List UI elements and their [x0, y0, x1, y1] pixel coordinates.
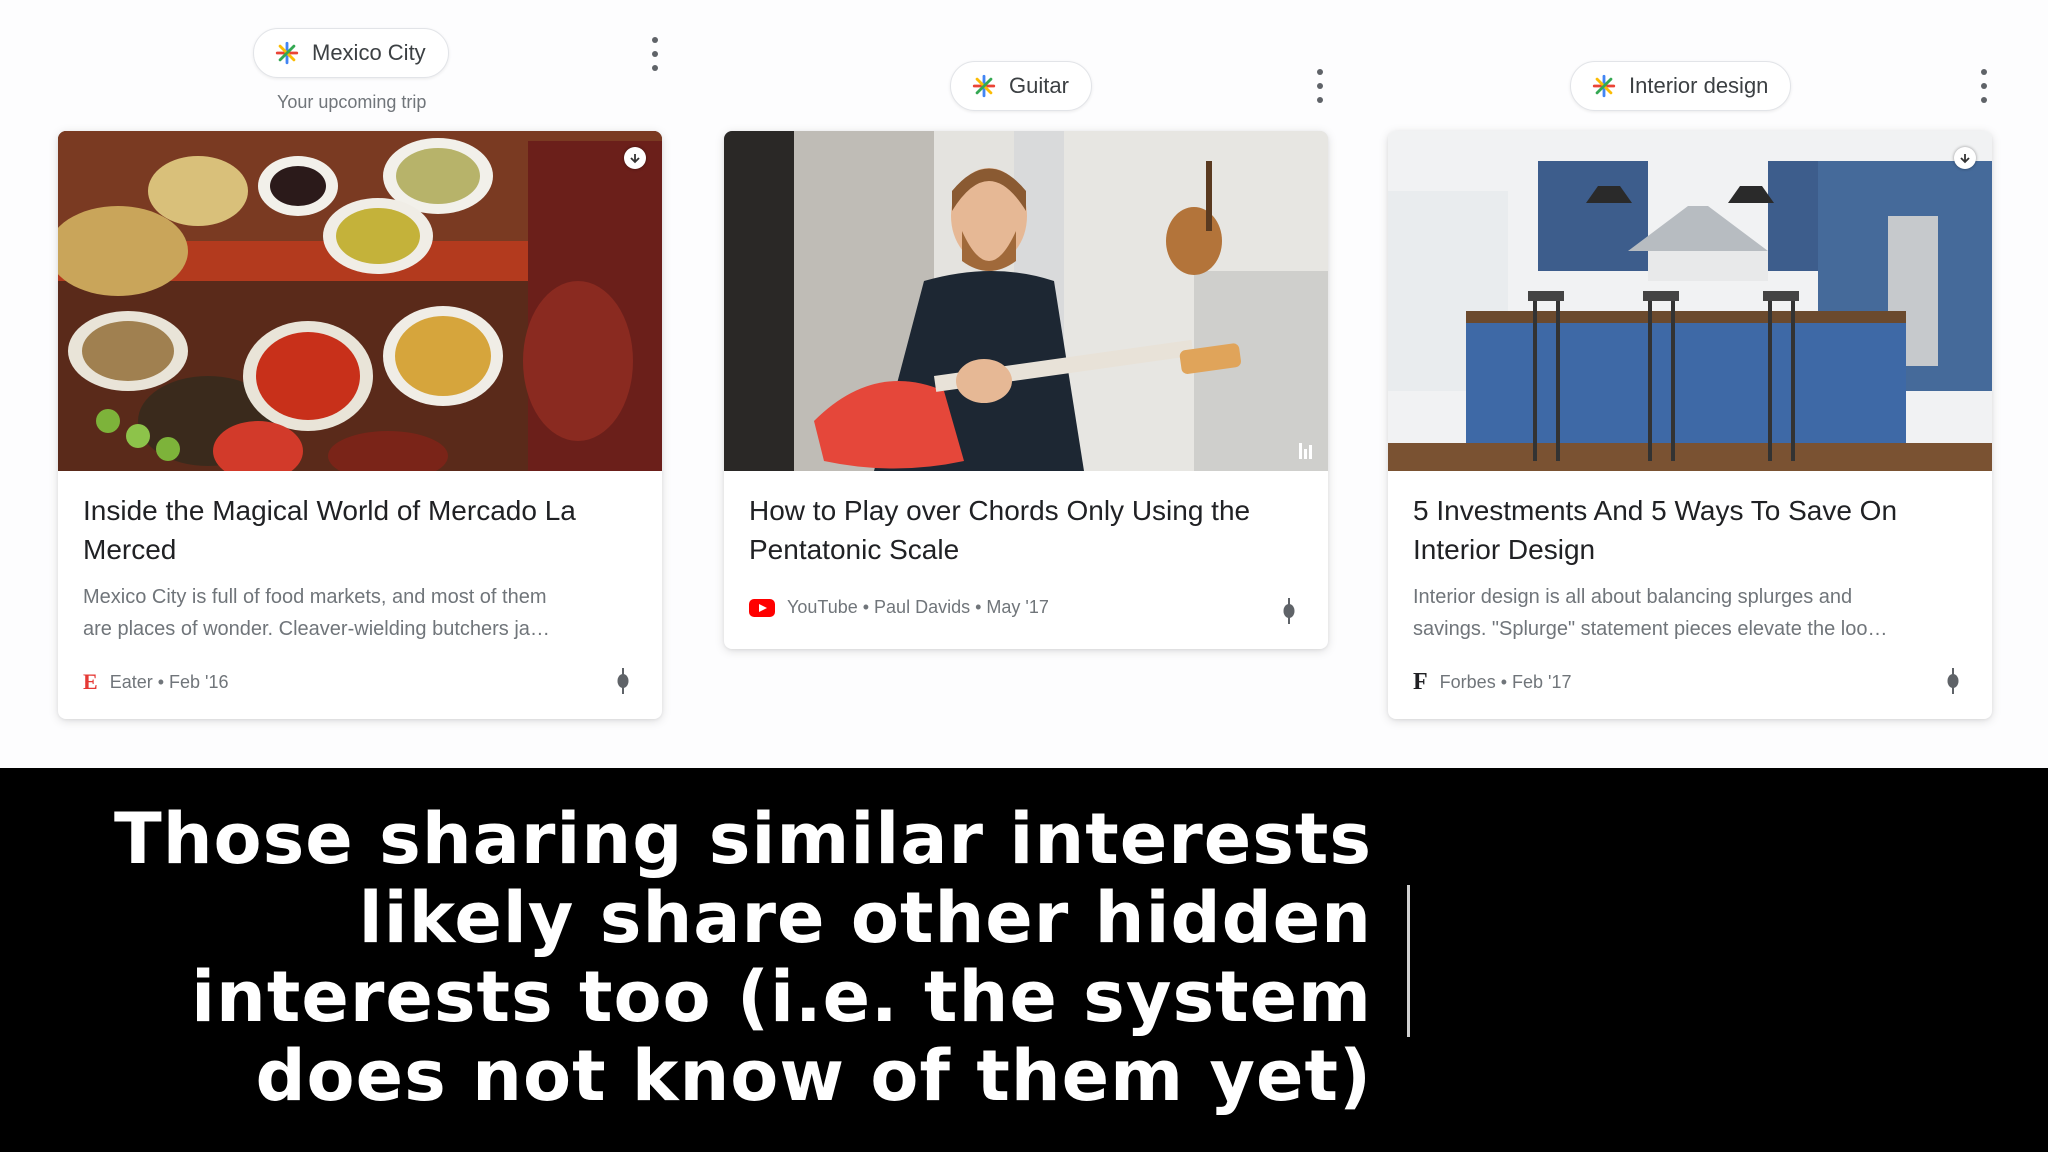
- topic-chip-guitar[interactable]: Guitar: [950, 61, 1092, 111]
- story-title[interactable]: Inside the Magical World of Mercado La M…: [83, 491, 643, 569]
- story-meta: F Forbes • Feb '17: [1413, 669, 1571, 696]
- more-options-icon[interactable]: [1977, 69, 1991, 103]
- topic-chip-label: Interior design: [1629, 73, 1769, 98]
- topic-chip-label: Mexico City: [312, 40, 426, 65]
- story-title[interactable]: How to Play over Chords Only Using the P…: [749, 491, 1309, 569]
- topic-chip-mexico-city[interactable]: Mexico City: [253, 28, 449, 78]
- sparkle-icon: [275, 41, 299, 65]
- more-options-icon[interactable]: [648, 37, 662, 71]
- story-image: [58, 131, 662, 471]
- story-title[interactable]: 5 Investments And 5 Ways To Save On Inte…: [1413, 491, 1973, 569]
- story-card-interior[interactable]: 5 Investments And 5 Ways To Save On Inte…: [1388, 131, 1992, 719]
- caption-text: Those sharing similar interests likely s…: [72, 800, 1372, 1116]
- topic-chip-label: Guitar: [1009, 73, 1069, 98]
- story-snippet: Interior design is all about balancing s…: [1413, 581, 1973, 645]
- youtube-icon: [749, 598, 775, 617]
- pin-icon[interactable]: [1282, 598, 1296, 624]
- topic-chip-interior-design[interactable]: Interior design: [1570, 61, 1792, 111]
- caption-line: Those sharing similar interests: [113, 798, 1372, 880]
- caption-panel: Those sharing similar interests likely s…: [0, 768, 2048, 1152]
- text-cursor: [1407, 885, 1410, 1037]
- snippet-line: Interior design is all about balancing s…: [1413, 586, 1853, 608]
- topic-subtitle: Your upcoming trip: [277, 92, 427, 112]
- save-icon[interactable]: [624, 147, 646, 169]
- source-date: Eater • Feb '16: [109, 671, 229, 692]
- story-meta: YouTube • Paul Davids • May '17: [749, 597, 1049, 618]
- story-card-guitar[interactable]: How to Play over Chords Only Using the P…: [724, 131, 1328, 649]
- caption-line: does not know of them yet): [255, 1035, 1372, 1117]
- caption-line: interests too (i.e. the system: [191, 956, 1372, 1038]
- save-icon[interactable]: [1954, 147, 1976, 169]
- pin-icon[interactable]: [1946, 668, 1960, 694]
- story-image: [1388, 131, 1992, 471]
- source-date: YouTube • Paul Davids • May '17: [787, 597, 1049, 617]
- pin-icon[interactable]: [616, 668, 630, 694]
- snippet-line: Mexico City is full of food markets, and…: [83, 586, 547, 608]
- story-snippet: Mexico City is full of food markets, and…: [83, 581, 643, 645]
- caption-line: likely share other hidden: [358, 877, 1372, 959]
- snippet-line: savings. "Splurge" statement pieces elev…: [1413, 618, 1888, 640]
- story-meta: E Eater • Feb '16: [83, 669, 229, 695]
- video-thumbnail: [724, 131, 1328, 471]
- snippet-line: are places of wonder. Cleaver-wielding b…: [83, 618, 550, 640]
- sparkle-icon: [1592, 74, 1616, 98]
- eater-logo: E: [83, 669, 98, 694]
- discover-feed: Mexico City Your upcoming trip Inside th…: [0, 0, 2048, 768]
- more-options-icon[interactable]: [1313, 69, 1327, 103]
- forbes-logo: F: [1413, 669, 1428, 695]
- sparkle-icon: [972, 74, 996, 98]
- source-date: Forbes • Feb '17: [1439, 672, 1572, 692]
- story-card-mercado[interactable]: Inside the Magical World of Mercado La M…: [58, 131, 662, 719]
